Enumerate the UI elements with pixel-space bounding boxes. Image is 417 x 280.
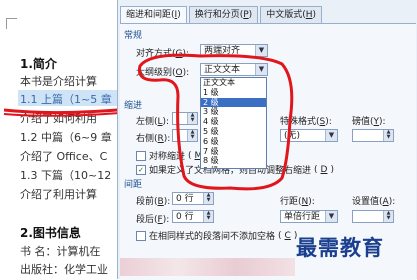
- blurred-footer-band: [120, 258, 295, 276]
- watermark-logo: 最需教育: [296, 235, 384, 260]
